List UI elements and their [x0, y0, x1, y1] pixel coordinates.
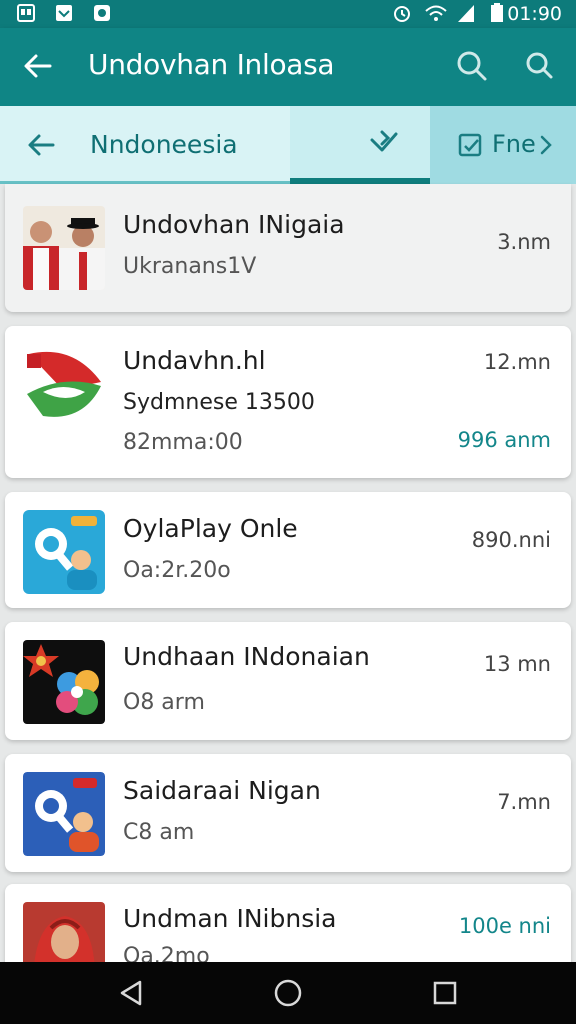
app-bar: Undovhan Inloasa [0, 28, 576, 106]
item-time: 3.nm [497, 230, 551, 254]
back-arrow-icon[interactable] [20, 48, 56, 84]
item-meta: 82mma:00 [123, 430, 243, 455]
item-title: Saidaraai Nigan [123, 776, 321, 805]
app-logo [23, 346, 105, 430]
tab-label: Fne [492, 130, 536, 158]
tab-nndoneesia[interactable]: Nndoneesia [0, 106, 290, 184]
wifi-icon [425, 5, 447, 21]
item-time: 12.mn [483, 350, 551, 374]
list-item[interactable]: Undovhan INigaia Ukranans1V 3.nm [5, 184, 571, 312]
app-logo [23, 640, 105, 724]
list-item[interactable]: Saidaraai Nigan C8 am 7.mn [5, 754, 571, 872]
app-logo [23, 510, 105, 594]
signal-icon [458, 5, 474, 22]
list-item[interactable]: OylaPlay Onle Oa:2r.20o 890.nni [5, 492, 571, 608]
play-search-logo-icon [23, 510, 105, 594]
item-title: Undovhan INigaia [123, 210, 345, 239]
back-triangle-icon[interactable] [114, 976, 148, 1010]
status-bar: 01:90 [0, 0, 576, 28]
item-title: OylaPlay Onle [123, 514, 298, 543]
mail-icon [56, 5, 72, 21]
home-circle-icon[interactable] [271, 976, 305, 1010]
item-subtitle: Oa:2r.20o [123, 558, 231, 583]
item-time: 100e nni [458, 914, 551, 938]
hand-icon [370, 130, 398, 152]
back-arrow-icon[interactable] [24, 128, 58, 162]
item-title: Undavhn.hl [123, 346, 266, 375]
recents-square-icon[interactable] [428, 976, 462, 1010]
edit-box-icon [458, 133, 482, 157]
item-time: 890.nni [471, 528, 551, 552]
item-subtitle: O8 arm [123, 690, 205, 715]
status-time: 01:90 [507, 3, 562, 25]
item-subtitle: Ukranans1V [123, 254, 257, 279]
search-icon[interactable] [522, 48, 558, 84]
battery-icon [491, 3, 503, 22]
item-subtitle: Sydmnese 13500 [123, 390, 315, 415]
search-icon[interactable] [454, 48, 490, 84]
item-title: Undman INibnsia [123, 904, 337, 933]
page-title: Undovhan Inloasa [88, 48, 335, 81]
chevron-right-icon [540, 135, 552, 155]
tab-fne[interactable]: Fne [430, 106, 576, 184]
list-item[interactable]: Undhaan INdonaian O8 arm 13 mn [5, 622, 571, 740]
people-photo-icon [23, 206, 105, 290]
search-person-logo-icon [23, 772, 105, 856]
star-colorful-logo-icon [23, 640, 105, 724]
avatar [23, 206, 105, 290]
item-subtitle: C8 am [123, 820, 195, 845]
red-green-logo-icon [23, 346, 105, 430]
alarm-icon [394, 6, 410, 22]
item-time: 7.mn [497, 790, 551, 814]
list-item[interactable]: Undavhn.hl Sydmnese 13500 82mma:00 12.mn… [5, 326, 571, 478]
item-time: 13 mn [483, 652, 551, 676]
tab-label: Nndoneesia [90, 130, 238, 159]
navigation-bar [0, 962, 576, 1024]
tab-icon-tab[interactable] [290, 106, 430, 184]
tab-bar: Nndoneesia Fne [0, 106, 576, 184]
item-time-secondary: 996 anm [457, 428, 551, 452]
app-logo [23, 772, 105, 856]
photo-icon [94, 5, 110, 21]
item-title: Undhaan INdonaian [123, 642, 370, 671]
notification-icon [17, 4, 35, 22]
